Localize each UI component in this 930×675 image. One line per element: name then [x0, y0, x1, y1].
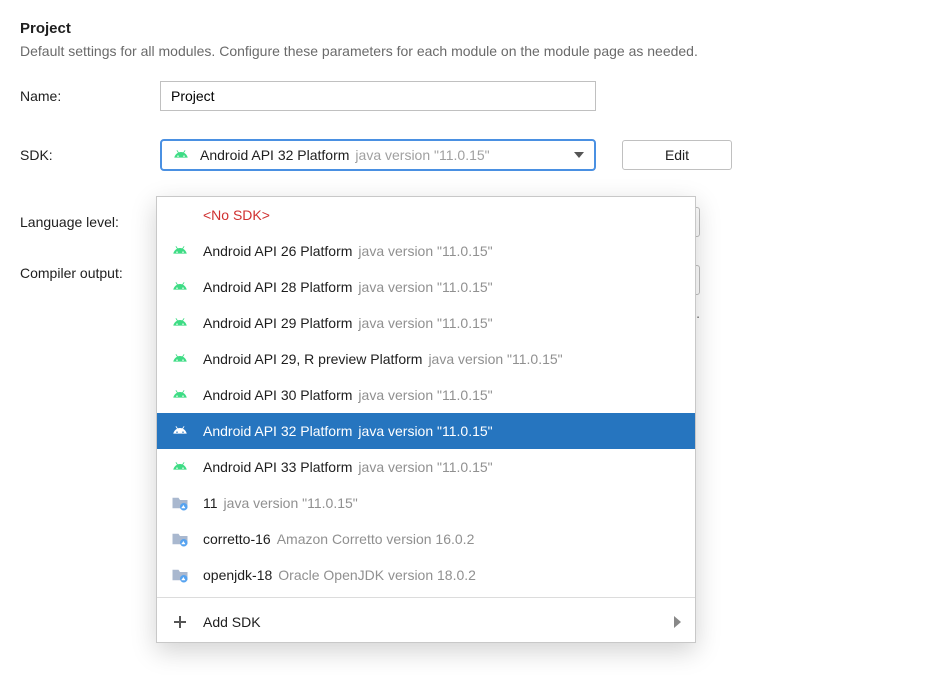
sdk-option-name: Android API 33 Platform — [203, 459, 352, 475]
android-icon — [171, 353, 189, 365]
sdk-option-version: java version "11.0.15" — [224, 495, 358, 511]
name-row: Name: — [20, 81, 910, 111]
sdk-option-version: java version "11.0.15" — [428, 351, 562, 367]
sdk-option-name: Android API 26 Platform — [203, 243, 352, 259]
language-level-label: Language level: — [20, 214, 160, 230]
sdk-option[interactable]: Android API 29 Platform java version "11.… — [157, 305, 695, 341]
sdk-option-name: Android API 29, R preview Platform — [203, 351, 422, 367]
sdk-option-version: java version "11.0.15" — [358, 315, 492, 331]
android-icon — [171, 245, 189, 257]
sdk-selected-version: java version "11.0.15" — [355, 147, 489, 163]
sdk-option-version: java version "11.0.15" — [358, 459, 492, 475]
sdk-option-name: corretto-16 — [203, 531, 271, 547]
popup-separator — [157, 597, 695, 598]
sdk-option[interactable]: Android API 33 Platform java version "11.… — [157, 449, 695, 485]
android-icon — [171, 281, 189, 293]
sdk-option-name: openjdk-18 — [203, 567, 272, 583]
android-icon — [171, 461, 189, 473]
sdk-option-version: Oracle OpenJDK version 18.0.2 — [278, 567, 476, 583]
add-sdk-item[interactable]: Add SDK — [157, 602, 695, 642]
sdk-option[interactable]: Android API 26 Platform java version "11.… — [157, 233, 695, 269]
sdk-option-version: java version "11.0.15" — [358, 243, 492, 259]
section-heading: Project — [20, 20, 910, 37]
jdk-folder-icon — [171, 567, 189, 583]
sdk-option[interactable]: 11 java version "11.0.15" — [157, 485, 695, 521]
sdk-option[interactable]: Android API 30 Platform java version "11.… — [157, 377, 695, 413]
add-sdk-label: Add SDK — [203, 614, 261, 630]
sdk-option-version: java version "11.0.15" — [358, 423, 492, 439]
sdk-option-name: Android API 29 Platform — [203, 315, 352, 331]
android-icon — [171, 425, 189, 437]
sdk-option-name: Android API 32 Platform — [203, 423, 352, 439]
sdk-option-name: Android API 28 Platform — [203, 279, 352, 295]
android-icon — [171, 317, 189, 329]
sdk-option[interactable]: openjdk-18 Oracle OpenJDK version 18.0.2 — [157, 557, 695, 593]
sdk-dropdown-popup: <No SDK> Android API 26 Platform java vers… — [156, 196, 696, 643]
jdk-folder-icon — [171, 531, 189, 547]
compiler-output-label: Compiler output: — [20, 265, 160, 281]
sdk-edit-button[interactable]: Edit — [622, 140, 732, 170]
sdk-option-name: 11 — [203, 495, 218, 511]
sdk-option[interactable]: Android API 28 Platform java version "11.… — [157, 269, 695, 305]
sdk-combobox[interactable]: Android API 32 Platform java version "11… — [160, 139, 596, 171]
jdk-folder-icon — [171, 495, 189, 511]
sdk-row: SDK: Android API 32 Platform java versio… — [20, 139, 910, 171]
project-name-input[interactable] — [160, 81, 596, 111]
plus-icon — [171, 615, 189, 629]
sdk-option-name: <No SDK> — [203, 207, 270, 223]
name-label: Name: — [20, 88, 160, 104]
sdk-option-version: java version "11.0.15" — [358, 279, 492, 295]
sdk-selected-name: Android API 32 Platform — [200, 147, 349, 163]
chevron-down-icon — [574, 152, 584, 158]
section-description: Default settings for all modules. Config… — [20, 43, 910, 59]
android-icon — [172, 149, 190, 161]
sdk-label: SDK: — [20, 147, 160, 163]
sdk-option[interactable]: corretto-16 Amazon Corretto version 16.0.… — [157, 521, 695, 557]
android-icon — [171, 389, 189, 401]
sdk-option[interactable]: <No SDK> — [157, 197, 695, 233]
sdk-option-version: Amazon Corretto version 16.0.2 — [277, 531, 475, 547]
sdk-option-name: Android API 30 Platform — [203, 387, 352, 403]
chevron-right-icon — [674, 616, 681, 628]
sdk-option-version: java version "11.0.15" — [358, 387, 492, 403]
sdk-option[interactable]: Android API 32 Platform java version "11.… — [157, 413, 695, 449]
sdk-option[interactable]: Android API 29, R preview Platform java v… — [157, 341, 695, 377]
